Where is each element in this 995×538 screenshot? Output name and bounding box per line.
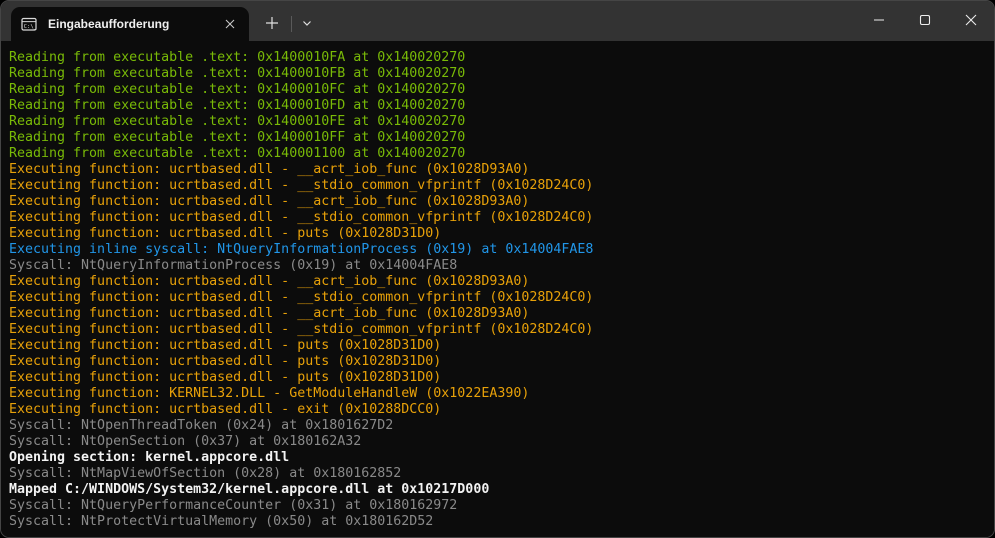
terminal-line: Reading from executable .text: 0x1400011… bbox=[9, 146, 986, 162]
terminal-line: Executing function: ucrtbased.dll - __st… bbox=[9, 178, 986, 194]
close-icon bbox=[965, 14, 977, 29]
terminal-line: Executing function: ucrtbased.dll - __ac… bbox=[9, 306, 986, 322]
new-tab-button[interactable] bbox=[253, 7, 291, 41]
minimize-button[interactable] bbox=[856, 1, 902, 41]
chevron-down-icon bbox=[301, 17, 313, 32]
terminal-line: Executing inline syscall: NtQueryInforma… bbox=[9, 242, 986, 258]
terminal-window: C:\_ Eingabeaufforderung bbox=[0, 0, 995, 538]
minimize-icon bbox=[873, 14, 885, 29]
tab-close-icon[interactable] bbox=[219, 13, 241, 35]
terminal-line: Syscall: NtQueryInformationProcess (0x19… bbox=[9, 258, 986, 274]
plus-icon bbox=[265, 16, 279, 33]
close-button[interactable] bbox=[948, 1, 994, 41]
terminal-line: Executing function: ucrtbased.dll - exit… bbox=[9, 402, 986, 418]
terminal-line: Executing function: ucrtbased.dll - puts… bbox=[9, 370, 986, 386]
terminal-line: Reading from executable .text: 0x1400010… bbox=[9, 114, 986, 130]
terminal-line: Executing function: ucrtbased.dll - __ac… bbox=[9, 194, 986, 210]
svg-text:C:\_: C:\_ bbox=[24, 24, 37, 30]
terminal-line: Executing function: ucrtbased.dll - puts… bbox=[9, 226, 986, 242]
terminal-line: Executing function: ucrtbased.dll - __st… bbox=[9, 210, 986, 226]
maximize-icon bbox=[919, 14, 931, 29]
terminal-line: Executing function: ucrtbased.dll - __ac… bbox=[9, 162, 986, 178]
terminal-line: Opening section: kernel.appcore.dll bbox=[9, 450, 986, 466]
terminal-line: Syscall: NtOpenThreadToken (0x24) at 0x1… bbox=[9, 418, 986, 434]
terminal-line: Executing function: ucrtbased.dll - __ac… bbox=[9, 274, 986, 290]
terminal-line: Syscall: NtMapViewOfSection (0x28) at 0x… bbox=[9, 466, 986, 482]
tab-eingabeaufforderung[interactable]: C:\_ Eingabeaufforderung bbox=[11, 7, 249, 41]
terminal-line: Executing function: ucrtbased.dll - __st… bbox=[9, 322, 986, 338]
terminal-line: Reading from executable .text: 0x1400010… bbox=[9, 98, 986, 114]
maximize-button[interactable] bbox=[902, 1, 948, 41]
terminal-line: Executing function: ucrtbased.dll - puts… bbox=[9, 354, 986, 370]
terminal-line: Reading from executable .text: 0x1400010… bbox=[9, 66, 986, 82]
titlebar: C:\_ Eingabeaufforderung bbox=[1, 1, 994, 41]
cmd-icon: C:\_ bbox=[21, 16, 37, 32]
titlebar-drag-area bbox=[322, 1, 856, 41]
terminal-line: Syscall: NtQueryPerformanceCounter (0x31… bbox=[9, 498, 986, 514]
terminal-line: Syscall: NtOpenSection (0x37) at 0x18016… bbox=[9, 434, 986, 450]
terminal-line: Executing function: ucrtbased.dll - __st… bbox=[9, 290, 986, 306]
terminal-line: Executing function: KERNEL32.DLL - GetMo… bbox=[9, 386, 986, 402]
terminal-output[interactable]: Reading from executable .text: 0x1400010… bbox=[1, 41, 994, 537]
terminal-line: Syscall: NtProtectVirtualMemory (0x50) a… bbox=[9, 514, 986, 530]
terminal-line: Executing function: ucrtbased.dll - puts… bbox=[9, 338, 986, 354]
terminal-line: Reading from executable .text: 0x1400010… bbox=[9, 130, 986, 146]
terminal-line: Mapped C:/WINDOWS/System32/kernel.appcor… bbox=[9, 482, 986, 498]
tab-dropdown-button[interactable] bbox=[292, 7, 322, 41]
terminal-line: Reading from executable .text: 0x1400010… bbox=[9, 82, 986, 98]
terminal-line: Reading from executable .text: 0x1400010… bbox=[9, 50, 986, 66]
tab-title: Eingabeaufforderung bbox=[48, 17, 219, 31]
